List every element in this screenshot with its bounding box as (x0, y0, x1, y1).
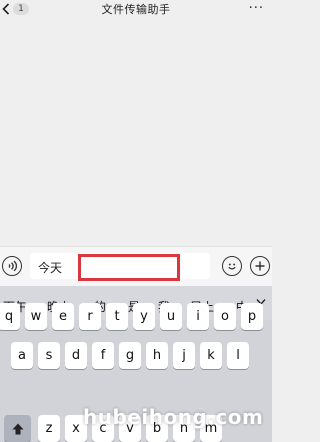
shift-arrow-icon (12, 423, 23, 434)
key-k[interactable]: k (200, 342, 222, 369)
key-t[interactable]: t (106, 303, 128, 330)
key-i[interactable]: i (187, 303, 209, 330)
voice-icon (8, 260, 18, 272)
key-p[interactable]: p (241, 303, 263, 330)
plus-icon (255, 261, 265, 271)
voice-button[interactable] (2, 256, 22, 276)
more-functions-button[interactable] (250, 256, 270, 276)
key-a[interactable]: a (11, 342, 33, 369)
highlight-box (78, 254, 180, 281)
key-l[interactable]: l (227, 342, 249, 369)
more-options-button[interactable]: ··· (249, 1, 264, 16)
key-j[interactable]: j (173, 342, 195, 369)
key-q[interactable]: q (0, 303, 20, 330)
shift-key[interactable] (4, 415, 31, 442)
page-title: 文件传输助手 (101, 3, 171, 16)
key-g[interactable]: g (119, 342, 141, 369)
key-f[interactable]: f (92, 342, 114, 369)
key-h[interactable]: h (146, 342, 168, 369)
key-d[interactable]: d (65, 342, 87, 369)
key-z[interactable]: z (38, 415, 60, 442)
key-o[interactable]: o (214, 303, 236, 330)
chat-area (0, 20, 272, 246)
key-e[interactable]: e (52, 303, 74, 330)
emoji-button[interactable] (222, 256, 242, 276)
key-s[interactable]: s (38, 342, 60, 369)
key-u[interactable]: u (160, 303, 182, 330)
emoji-icon (228, 263, 236, 270)
key-y[interactable]: y (133, 303, 155, 330)
key-w[interactable]: w (25, 303, 47, 330)
key-r[interactable]: r (79, 303, 101, 330)
watermark: hubeihong.com (83, 405, 264, 429)
draft-text: 今天 (38, 261, 63, 275)
chat-header: 1 文件传输助手 ··· (0, 0, 272, 20)
